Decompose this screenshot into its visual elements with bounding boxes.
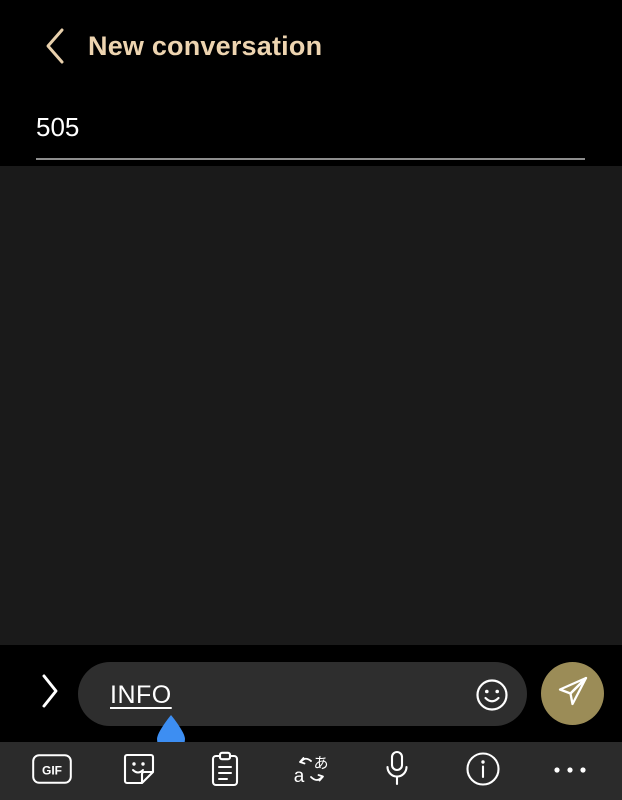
expand-toolbar-button[interactable] bbox=[25, 669, 73, 717]
back-button[interactable] bbox=[26, 17, 84, 75]
send-button[interactable] bbox=[541, 662, 604, 725]
svg-text:GIF: GIF bbox=[42, 763, 62, 777]
chevron-left-icon bbox=[42, 26, 68, 66]
chevron-right-icon bbox=[38, 673, 60, 714]
clipboard-button[interactable] bbox=[190, 742, 260, 800]
gif-button[interactable]: GIF bbox=[17, 742, 87, 800]
microphone-button[interactable] bbox=[362, 742, 432, 800]
recipient-input[interactable] bbox=[36, 105, 506, 149]
translate-button[interactable]: a あ bbox=[276, 742, 346, 800]
message-input-text[interactable]: INFO bbox=[110, 681, 172, 710]
svg-text:a: a bbox=[294, 766, 305, 787]
sticker-icon bbox=[122, 752, 156, 791]
translate-icon: a あ bbox=[291, 751, 331, 792]
info-button[interactable] bbox=[448, 742, 518, 800]
more-button[interactable] bbox=[535, 742, 605, 800]
send-plane-icon bbox=[555, 673, 591, 714]
smiley-icon bbox=[475, 679, 509, 716]
recipient-row bbox=[0, 92, 622, 243]
header-bar: New conversation bbox=[0, 0, 622, 92]
recipient-underline bbox=[36, 158, 585, 160]
page-title: New conversation bbox=[88, 30, 323, 61]
clipboard-icon bbox=[210, 751, 240, 792]
microphone-icon bbox=[383, 750, 411, 793]
svg-text:あ: あ bbox=[313, 754, 328, 772]
new-conversation-screen: New conversation INFO bbox=[0, 0, 622, 800]
info-circle-icon bbox=[465, 751, 501, 792]
conversation-thread bbox=[0, 166, 622, 645]
attachment-toolbar: GIF a あ bbox=[0, 742, 622, 800]
gif-icon: GIF bbox=[32, 753, 72, 789]
emoji-button[interactable] bbox=[475, 678, 509, 712]
sticker-button[interactable] bbox=[104, 742, 174, 800]
more-horizontal-icon bbox=[553, 762, 587, 780]
